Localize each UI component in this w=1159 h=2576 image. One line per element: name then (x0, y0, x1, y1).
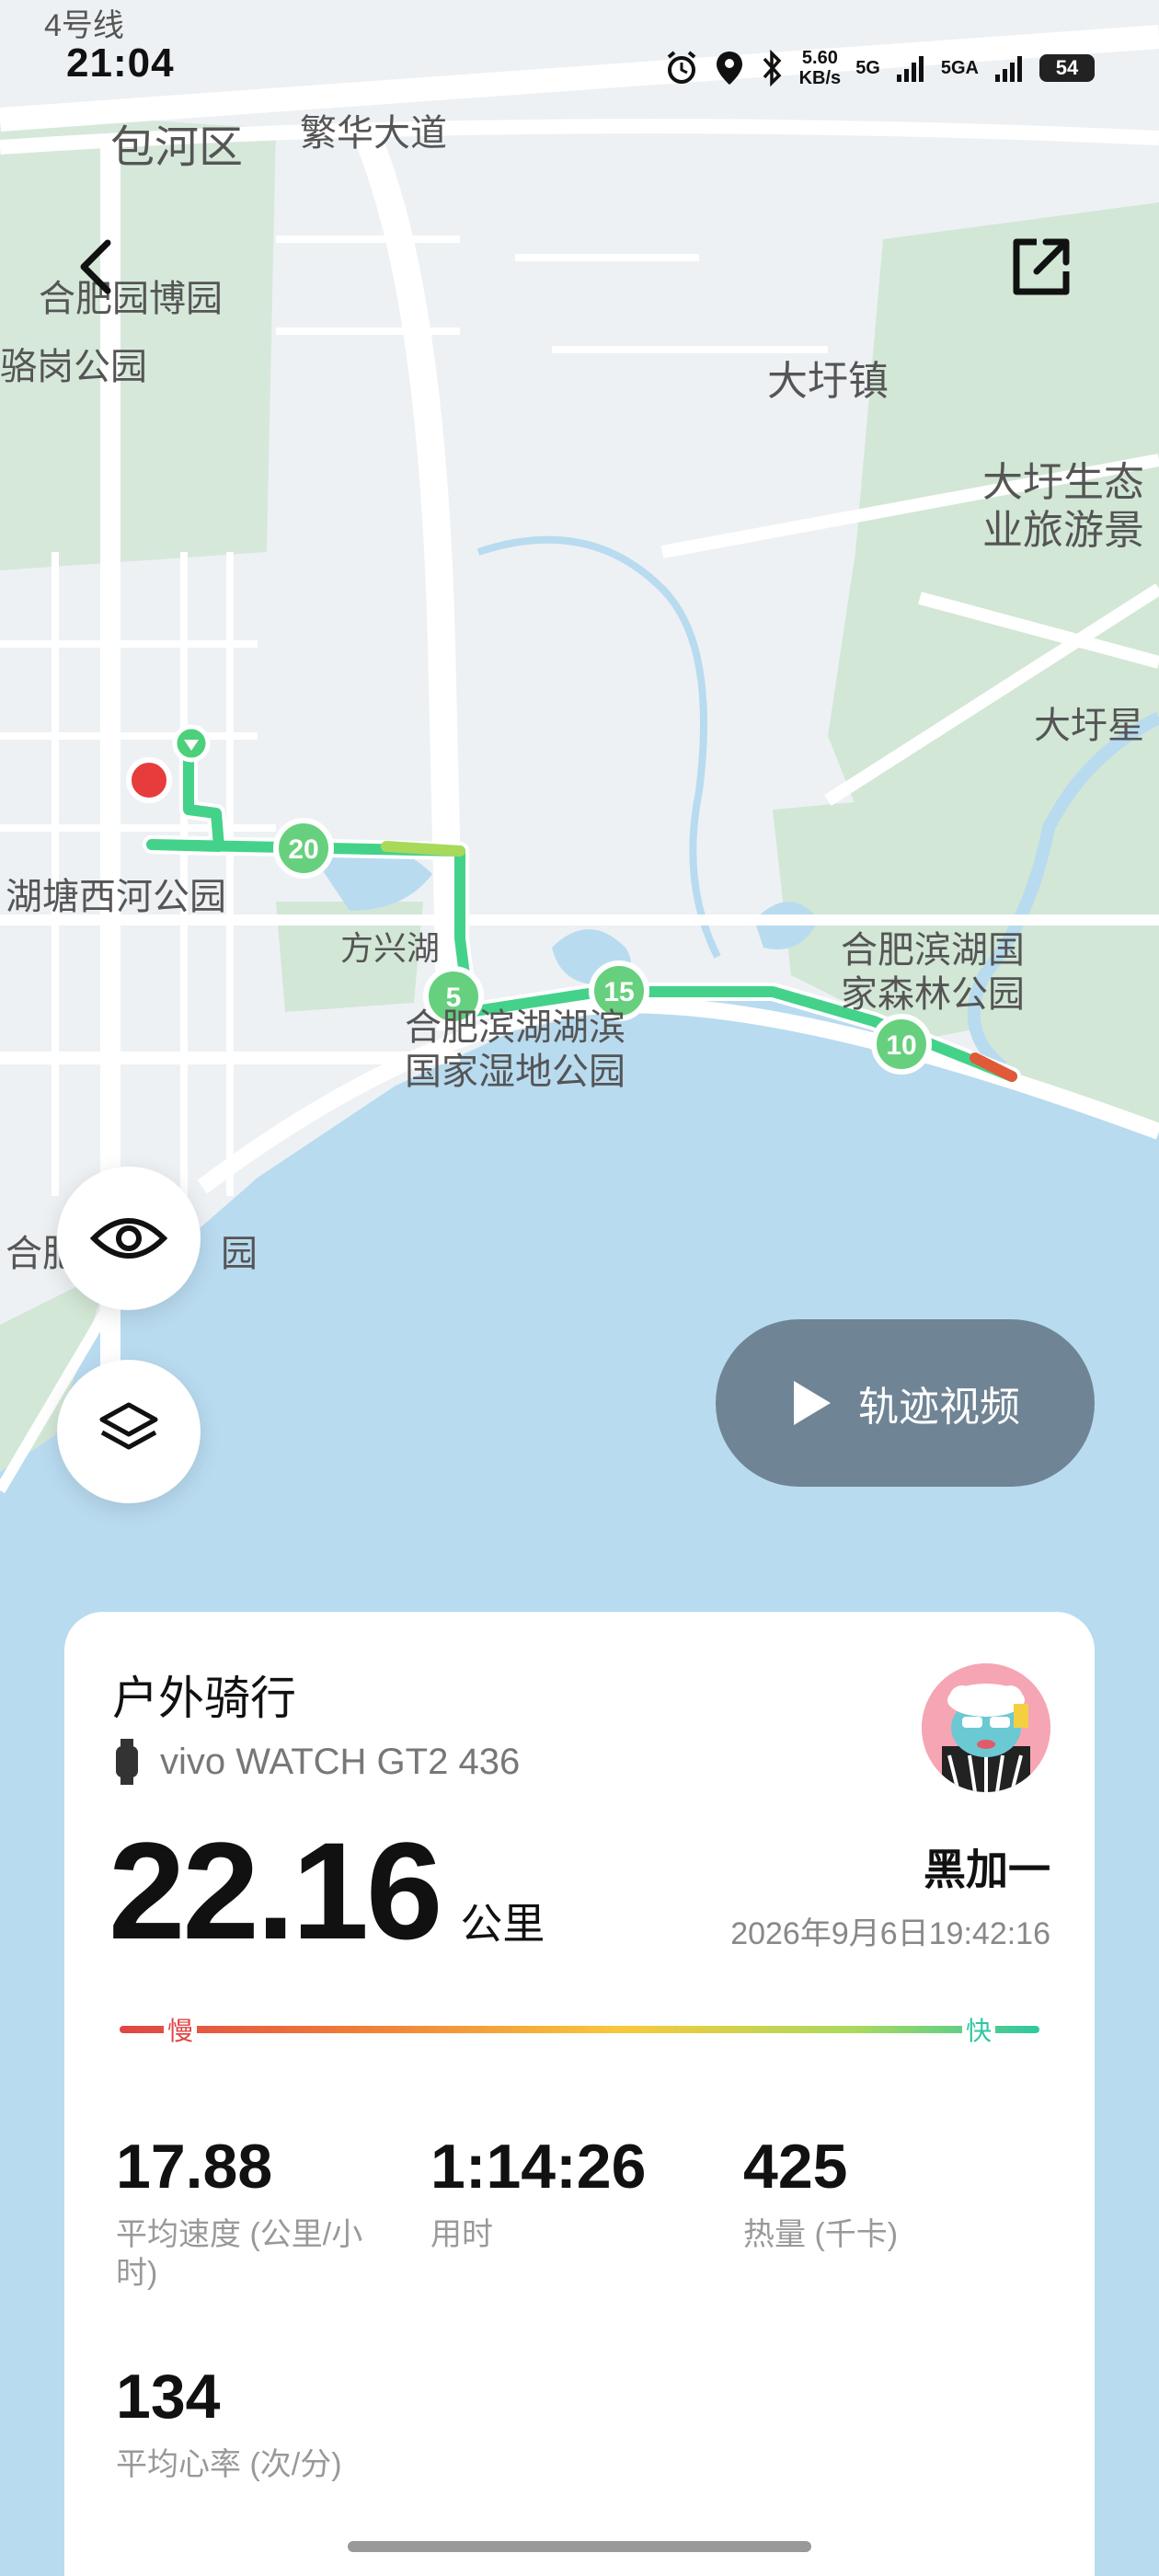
alarm-icon (667, 51, 695, 84)
map-label: 大圩星 (1034, 706, 1144, 746)
track-video-label: 轨迹视频 (858, 1385, 1020, 1430)
map-label: 包河区 (110, 123, 244, 172)
stat-value: 425 (743, 2132, 848, 2202)
signal-5ga: 5GA (940, 57, 979, 78)
start-marker (172, 724, 211, 763)
layers-icon (99, 1402, 158, 1450)
workout-type: 户外骑行 (112, 1673, 296, 1724)
battery-indicator: 54 (1039, 54, 1095, 82)
map-label: 大圩镇 (767, 359, 889, 404)
signal-5g: 5G (855, 57, 880, 78)
distance-unit: 公里 (460, 1900, 545, 1948)
km-marker: 20 (273, 818, 334, 879)
svg-text:20: 20 (288, 834, 318, 865)
map-label: 方兴湖 (340, 929, 441, 967)
user-name: 黑加一 (924, 1846, 1050, 1893)
signal-bars-icon (896, 56, 924, 82)
stat-calories: 425 热量 (千卡) (743, 2131, 1038, 2254)
eye-icon (90, 1218, 167, 1259)
location-icon (716, 52, 742, 85)
network-speed: 5.60 KB/s (798, 48, 842, 88)
map-label: 繁华大道 (300, 113, 447, 154)
chevron-left-icon (80, 239, 111, 294)
track-video-button[interactable]: 轨迹视频 (716, 1319, 1095, 1487)
map-label: 国家湿地公园 (405, 1052, 625, 1092)
device-name: vivo WATCH GT2 436 (160, 1741, 521, 1782)
stat-label: 用时 (430, 2217, 493, 2252)
end-marker (126, 757, 172, 803)
legend-fast-label: 快 (961, 2011, 995, 2048)
device-info: vivo WATCH GT2 436 (112, 1739, 520, 1785)
stat-value: 17.88 (116, 2132, 273, 2202)
home-indicator[interactable] (348, 2541, 811, 2552)
km-marker: 10 (871, 1014, 932, 1075)
stat-duration: 1:14:26 用时 (430, 2131, 706, 2254)
stat-value: 1:14:26 (430, 2132, 647, 2202)
stat-avg-speed: 17.88 平均速度 (公里/小时) (116, 2131, 401, 2293)
watch-icon (116, 1739, 138, 1785)
stat-label: 平均心率 (次/分) (116, 2447, 342, 2482)
stat-avg-heart-rate: 134 平均心率 (次/分) (116, 2361, 484, 2484)
stat-label: 热量 (千卡) (743, 2217, 899, 2252)
map-label: 4号线 (44, 8, 124, 43)
status-time: 21:04 (66, 40, 175, 86)
stat-value: 134 (116, 2362, 221, 2432)
map-label: 家森林公园 (841, 974, 1025, 1015)
avatar-image (922, 1663, 1050, 1792)
external-link-icon (1013, 238, 1070, 295)
play-icon (794, 1381, 831, 1425)
signal-bars-icon (995, 56, 1022, 82)
bluetooth-icon (763, 50, 782, 86)
map-label: 湖塘西河公园 (6, 877, 226, 917)
workout-summary-card: 户外骑行 vivo WATCH GT2 436 22.16 公里 黑加一 202… (64, 1612, 1095, 2576)
share-button[interactable] (1004, 230, 1078, 304)
map-label: 业旅游景 (982, 508, 1144, 553)
svg-text:10: 10 (886, 1030, 916, 1061)
workout-datetime: 2026年9月6日19:42:16 (730, 1916, 1050, 1951)
speed-legend: 慢 快 (120, 2011, 1039, 2048)
back-button[interactable] (64, 230, 129, 304)
distance-display: 22.16 公里 (109, 1822, 545, 1960)
legend-slow-label: 慢 (164, 2011, 198, 2048)
eye-toggle-button[interactable] (57, 1167, 201, 1310)
distance-value: 22.16 (109, 1813, 442, 1968)
avatar[interactable] (922, 1663, 1050, 1792)
layers-button[interactable] (57, 1360, 201, 1503)
status-icons: 5.60 KB/s 5G 5GA 54 (663, 48, 1095, 88)
map-label: 园 (221, 1234, 258, 1274)
speed-gradient-bar (120, 2026, 1039, 2033)
stat-label: 平均速度 (公里/小时) (116, 2217, 363, 2291)
map-label: 骆岗公园 (0, 347, 147, 387)
